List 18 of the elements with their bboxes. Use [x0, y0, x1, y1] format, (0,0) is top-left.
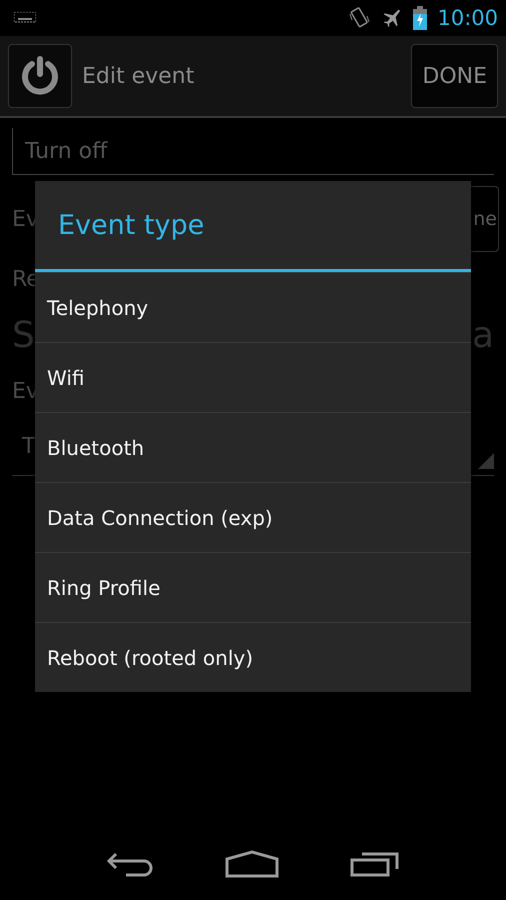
clock-time: 10:00 — [437, 6, 498, 30]
screen-title: Edit event — [82, 64, 196, 88]
vibrate-icon — [347, 6, 372, 30]
event-type-option[interactable]: Ring Profile — [35, 552, 471, 622]
keyboard-icon — [14, 12, 36, 24]
event-type-option[interactable]: Wifi — [35, 342, 471, 412]
event-type-option[interactable]: Data Connection (exp) — [35, 482, 471, 552]
home-icon[interactable] — [224, 850, 279, 878]
back-icon[interactable] — [106, 851, 154, 877]
power-icon[interactable] — [8, 44, 72, 108]
event-type-option[interactable]: Telephony — [35, 272, 471, 342]
battery-charging-icon — [413, 6, 428, 30]
done-button[interactable]: DONE — [411, 44, 498, 108]
recent-apps-icon[interactable] — [350, 851, 400, 877]
event-type-option[interactable]: Bluetooth — [35, 412, 471, 482]
event-type-option[interactable]: Reboot (rooted only) — [35, 622, 471, 692]
dialog-title: Event type — [35, 181, 471, 272]
dropdown-triangle-icon — [478, 453, 494, 469]
